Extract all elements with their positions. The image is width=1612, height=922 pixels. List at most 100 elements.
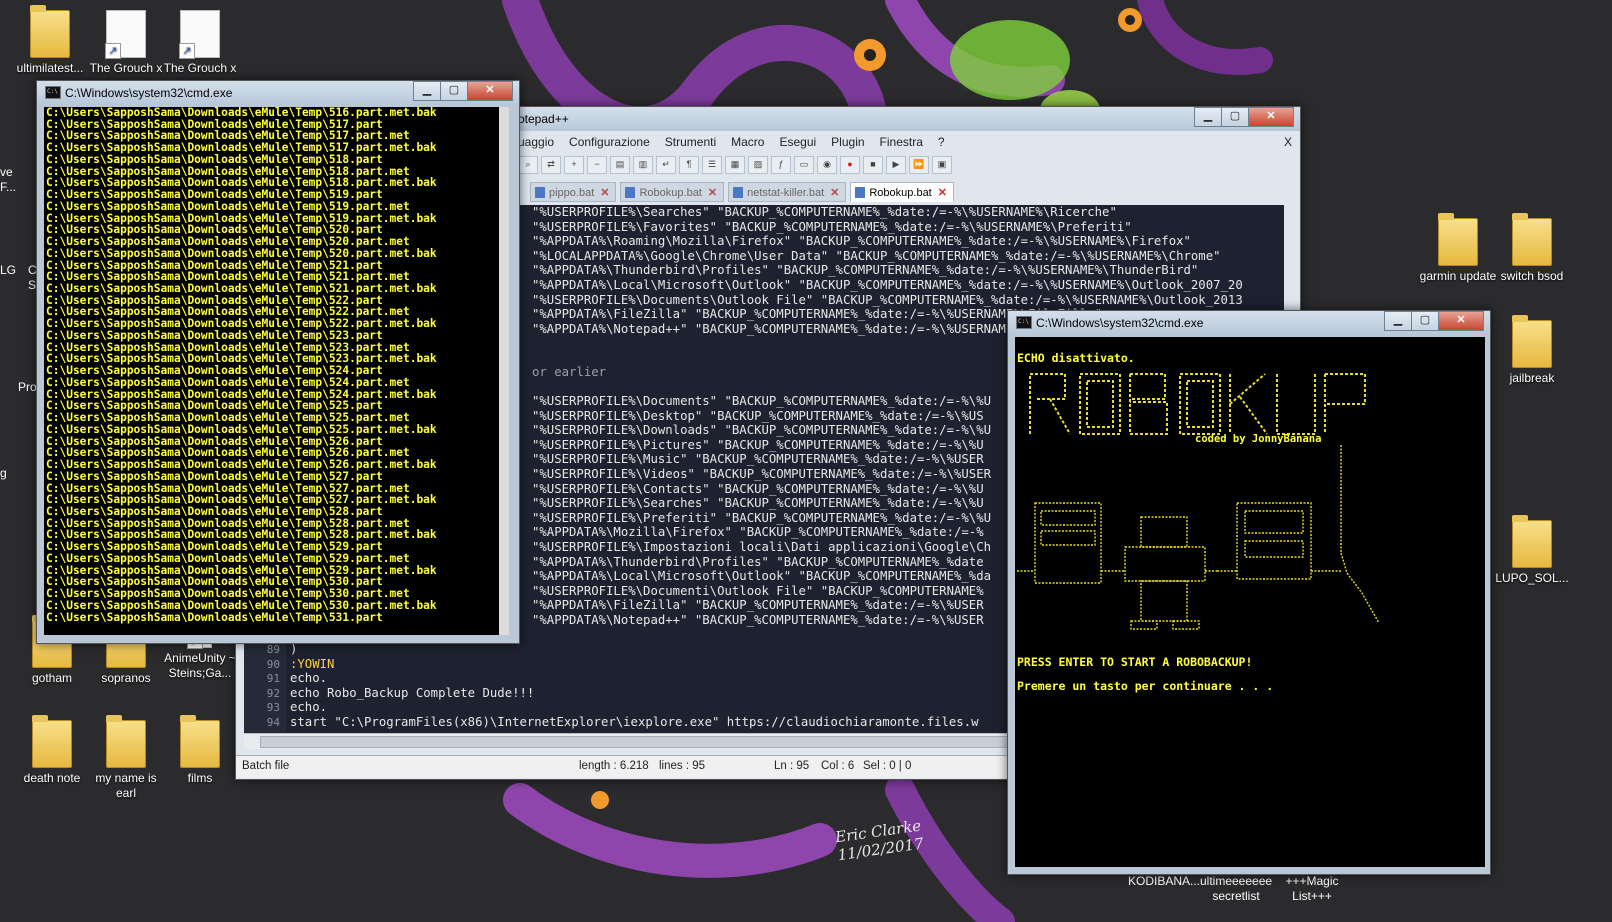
desktop-icon-label[interactable]: ultimeeeeeee secretlist: [1200, 874, 1272, 904]
doc-map-icon[interactable]: ▨: [748, 156, 768, 174]
line-number: 94: [266, 716, 280, 729]
edge-label: Pro: [18, 380, 37, 394]
close-button[interactable]: ✕: [1248, 107, 1294, 127]
desktop-icon-folder[interactable]: ultimilatest...: [10, 5, 90, 76]
tab-close-icon[interactable]: ✕: [600, 187, 609, 199]
robokup-ascii-logo: [1029, 373, 1366, 435]
minimize-button[interactable]: ▁: [1194, 107, 1222, 127]
desktop-icon-label[interactable]: +++Magic List+++: [1280, 874, 1344, 904]
status-length: length : 6.218: [579, 760, 649, 772]
zoom-in-icon[interactable]: +: [564, 156, 584, 174]
code-line: start "C:\ProgramFiles(x86)\InternetExpl…: [290, 715, 979, 729]
menu-item-macro[interactable]: Macro: [731, 135, 764, 153]
desktop-icon-shortcut[interactable]: The Grouch x: [160, 10, 240, 76]
show-chars-icon[interactable]: ¶: [679, 156, 699, 174]
console-line: C:\Users\SapposhSama\Downloads\eMule\Tem…: [46, 504, 383, 518]
tab-label: netstat-killer.bat: [747, 187, 825, 199]
desktop-icon-folder[interactable]: LUPO_SOL...: [1492, 515, 1572, 586]
window-controls: ▁ ▢ ✕: [1384, 311, 1484, 331]
menu-item-configurazione[interactable]: Configurazione: [569, 135, 650, 153]
tab-close-icon[interactable]: ✕: [830, 187, 839, 199]
cmd2-titlebar[interactable]: C:\Windows\system32\cmd.exe ▁ ▢ ✕: [1008, 311, 1490, 335]
code-line: "%USERPROFILE%\Impostazioni locali\Dati …: [532, 540, 992, 554]
function-list-icon[interactable]: ƒ: [771, 156, 791, 174]
status-ln: Ln : 95: [774, 760, 810, 772]
close-document-button[interactable]: X: [1284, 135, 1292, 153]
minimize-button[interactable]: ▁: [1384, 311, 1412, 331]
maximize-button[interactable]: ▢: [440, 81, 468, 101]
desktop-icon-label[interactable]: KODIBANA...: [1128, 874, 1200, 888]
toolbar: ⌕ ⇄ + − ▤ ▥ ↵ ¶ ☰ ▦ ▨ ƒ ▭ ◉ ● ■ ▶ ⏩ ▣: [518, 156, 1292, 174]
play-macro-icon[interactable]: ▶: [886, 156, 906, 174]
close-button[interactable]: ✕: [1438, 311, 1484, 331]
menu-item-finestra[interactable]: Finestra: [880, 135, 923, 153]
cmd-window-1[interactable]: C:\Windows\system32\cmd.exe ▁ ▢ ✕ C:\Use…: [36, 80, 520, 644]
console-line: C:\Users\SapposhSama\Downloads\eMule\Tem…: [46, 246, 437, 260]
run-macro-multiple-icon[interactable]: ⏩: [909, 156, 929, 174]
folder-workspace-icon[interactable]: ▭: [794, 156, 814, 174]
monitor-icon[interactable]: ◉: [817, 156, 837, 174]
desktop-icon-label: jailbreak: [1509, 371, 1555, 385]
code-label-line: :YOWIN: [290, 656, 335, 671]
cmd1-titlebar[interactable]: C:\Windows\system32\cmd.exe ▁ ▢ ✕: [37, 81, 519, 105]
code-line: "%APPDATA%\Roaming\Mozilla\Firefox" "BAC…: [532, 234, 1191, 249]
replace-icon[interactable]: ⇄: [541, 156, 561, 174]
desktop-icon-folder[interactable]: death note: [12, 715, 92, 786]
desktop-icon-label: garmin update: [1419, 269, 1497, 283]
tab-robokup-bat[interactable]: Robokup.bat ✕: [620, 182, 725, 202]
scrollbar-thumb[interactable]: [260, 736, 1022, 748]
tab-close-icon[interactable]: ✕: [708, 187, 717, 199]
lang-icon[interactable]: ▦: [725, 156, 745, 174]
zoom-out-icon[interactable]: −: [587, 156, 607, 174]
desktop-icon-label: ultimilatest...: [16, 61, 84, 75]
desktop-icon-folder[interactable]: films: [160, 715, 240, 786]
indent-guide-icon[interactable]: ☰: [702, 156, 722, 174]
close-button[interactable]: ✕: [467, 81, 513, 101]
code-line: "%APPDATA%\Mozilla\Firefox" "BACKUP_%COM…: [532, 525, 984, 540]
code-line: "%APPDATA%\Notepad++" "BACKUP_%COMPUTERN…: [532, 613, 984, 627]
tab-label: pippo.bat: [549, 187, 595, 199]
menu-item-strumenti[interactable]: Strumenti: [665, 135, 716, 153]
desktop-icon-folder[interactable]: garmin update: [1418, 213, 1498, 284]
code-line: "%APPDATA%\Thunderbird\Profiles" "BACKUP…: [532, 554, 984, 569]
desktop-icon-folder[interactable]: switch bsod: [1492, 213, 1572, 284]
menu-item-plugin[interactable]: Plugin: [831, 135, 864, 153]
tab-label: Robokup.bat: [639, 187, 702, 199]
vertical-scrollbar[interactable]: [499, 107, 509, 635]
desktop-icon-folder[interactable]: jailbreak: [1492, 315, 1572, 386]
minimize-button[interactable]: ▁: [413, 81, 441, 101]
find-icon[interactable]: ⌕: [518, 156, 538, 174]
console-output[interactable]: ECHO disattivato. coded by JonnyBanana P…: [1015, 337, 1485, 867]
desktop-icon-shortcut[interactable]: The Grouch x: [86, 10, 166, 76]
tab-close-icon[interactable]: ✕: [938, 187, 947, 199]
console-line: C:\Users\SapposhSama\Downloads\eMule\Tem…: [46, 282, 437, 296]
sync-h-icon[interactable]: ▥: [633, 156, 653, 174]
tab-robokup-bat-active[interactable]: Robokup.bat ✕: [850, 182, 954, 202]
tab-netstat-killer-bat[interactable]: netstat-killer.bat ✕: [728, 182, 847, 202]
save-macro-icon[interactable]: ▣: [932, 156, 952, 174]
desktop-icon-folder[interactable]: my name is earl: [86, 715, 166, 801]
desktop-icon-label: films: [187, 771, 213, 785]
cmd-icon: [45, 86, 61, 99]
tab-pippo-bat[interactable]: pippo.bat ✕: [530, 182, 617, 202]
wrap-icon[interactable]: ↵: [656, 156, 676, 174]
code-comment: or earlier: [532, 365, 607, 379]
press-enter-text: PRESS ENTER TO START A ROBOBACKUP!: [1017, 655, 1253, 669]
maximize-button[interactable]: ▢: [1411, 311, 1439, 331]
code-line: echo Robo_Backup Complete Dude!!!: [290, 685, 535, 700]
record-macro-icon[interactable]: ●: [840, 156, 860, 174]
cmd-window-2[interactable]: C:\Windows\system32\cmd.exe ▁ ▢ ✕ ECHO d…: [1007, 310, 1491, 875]
menu-item-linguaggio[interactable]: uaggio: [518, 135, 554, 153]
menu-item-help[interactable]: ?: [938, 135, 945, 153]
sync-v-icon[interactable]: ▤: [610, 156, 630, 174]
stop-macro-icon[interactable]: ■: [863, 156, 883, 174]
menu-item-esegui[interactable]: Esegui: [779, 135, 816, 153]
desktop-icon-label: sopranos: [101, 671, 151, 685]
maximize-button[interactable]: ▢: [1221, 107, 1249, 127]
line-number: 92: [266, 686, 280, 700]
console-line: C:\Users\SapposhSama\Downloads\eMule\Tem…: [46, 375, 410, 389]
robots-ascii-art: [1017, 445, 1380, 630]
console-output[interactable]: C:\Users\SapposhSama\Downloads\eMule\Tem…: [44, 107, 509, 635]
window-title: C:\Windows\system32\cmd.exe: [65, 86, 233, 100]
line-number: 91: [266, 672, 280, 686]
